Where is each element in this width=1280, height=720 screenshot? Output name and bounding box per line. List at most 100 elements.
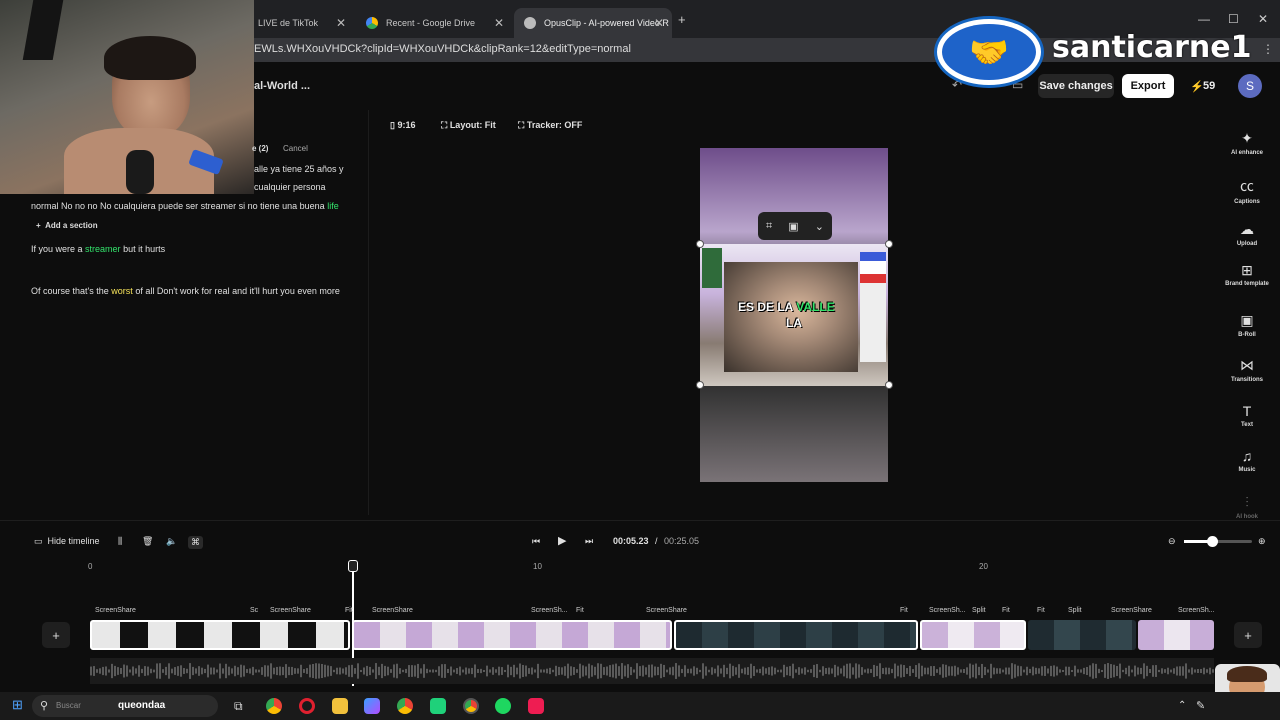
maximize-icon[interactable]: ☐ [1228,12,1239,26]
clip-label: Fit [1037,607,1045,614]
ruler-mark: 0 [88,562,93,571]
sidebar-item-brand-template[interactable]: ⊞ Brand template [1224,263,1270,288]
layout-button[interactable]: ⛶ Layout: Fit [441,120,496,131]
chrome-profile-icon[interactable] [397,698,413,714]
save-changes-button[interactable]: Save changes [1038,74,1114,98]
audio-waveform[interactable] [90,658,1214,684]
tab-google-drive[interactable]: Recent - Google Drive ✕ [356,8,512,38]
transcript-line[interactable]: cualquier persona [254,182,326,192]
cancel-button[interactable]: Cancel [283,144,308,153]
close-icon[interactable]: ✕ [336,16,346,30]
handshake-logo: 🤝 [934,16,1044,88]
windows-start-icon[interactable]: ⊞ [12,697,23,713]
highlight-word: life [327,201,339,211]
transcript-text: normal No no no No cualquiera puede ser … [31,201,325,211]
sidebar-item-text[interactable]: T Text [1224,403,1270,428]
sidebar-label: Brand template [1225,281,1269,287]
trash-icon[interactable]: 🗑 [142,536,153,547]
caption-line-2: LA [786,316,802,330]
transcript-line[interactable]: If you were a streamer but it hurts [31,244,165,254]
export-button[interactable]: Export [1122,74,1174,98]
video-clip[interactable] [920,620,1026,650]
video-clip[interactable] [1138,620,1214,650]
crop-icon[interactable]: ⌗ [766,220,772,233]
resize-handle[interactable] [696,240,704,248]
tab-tiktok[interactable]: LIVE de TikTok ✕ [248,8,354,38]
ruler-mark: 20 [979,562,988,571]
zoom-slider[interactable] [1184,536,1252,547]
current-time: 00:05.23 [613,536,649,546]
sidebar-item-b-roll[interactable]: ▣ B-Roll [1224,312,1270,338]
clip-label: ScreenShare [646,607,687,614]
transcript-line[interactable]: Of course that's the worst of all Don't … [31,286,340,296]
clip-label: Fit [576,607,584,614]
clip-label: Split [972,607,986,614]
sidebar-item-music[interactable]: ♫ Music [1224,448,1270,473]
taskbar-search[interactable]: ⚲ Buscar queondaa [32,695,218,717]
save-edits-button[interactable]: e (2) [252,144,268,153]
video-clip[interactable] [352,620,672,650]
chrome-active-icon[interactable] [463,698,479,714]
snap-icon[interactable]: ⌘ [188,536,203,549]
add-section-button[interactable]: + Add a section [36,221,98,230]
broll-icon: ▣ [1240,312,1254,328]
opera-icon[interactable] [299,698,315,714]
resize-handle[interactable] [885,381,893,389]
play-icon[interactable]: ▶ [558,534,566,547]
folder-icon[interactable] [332,698,348,714]
app-icon[interactable] [430,698,446,714]
task-view-icon[interactable]: ⧉ [234,699,243,714]
sidebar-item-upload[interactable]: ☁ Upload [1224,221,1270,247]
captions-icon: ㏄ [1240,178,1254,194]
menu-dots-icon[interactable]: ⋮ [1262,42,1274,56]
resize-handle[interactable] [696,381,704,389]
spotify-icon[interactable] [495,698,511,714]
tiktok-icon[interactable] [528,698,544,714]
tab-opusclip[interactable]: OpusClip - AI-powered Video R ✕ [514,8,672,38]
video-clip[interactable] [1028,620,1136,650]
panel-divider [368,110,369,515]
minimize-icon[interactable]: — [1198,12,1210,26]
webcam-shadow [22,0,64,60]
video-clip[interactable] [674,620,918,650]
split-icon[interactable]: ⫼ [118,536,122,547]
close-window-icon[interactable]: ✕ [1258,12,1268,26]
tracker-button[interactable]: ⛶ Tracker: OFF [518,120,582,131]
tracker-icon: ⛶ [518,120,527,130]
zoom-in-icon[interactable]: ⊕ [1258,536,1266,547]
aspect-ratio-button[interactable]: ▯ 9:16 [390,120,415,131]
hide-timeline-button[interactable]: ▭ Hide timeline [34,536,100,547]
avatar[interactable]: S [1238,74,1262,98]
resize-handle[interactable] [885,240,893,248]
clip-label: ScreenShare [1111,607,1152,614]
chrome-icon[interactable] [266,698,282,714]
skip-back-icon[interactable]: ⏮ [532,536,540,547]
url-text[interactable]: EWLs.WHXouVHDCk?clipId=WHXouVHDCk&clipRa… [254,43,631,55]
skip-forward-icon[interactable]: ⏭ [585,536,593,547]
sidebar-label: Text [1241,422,1253,428]
transcript-line[interactable]: alle ya tiene 25 años y [254,164,344,174]
video-clip[interactable] [90,620,350,650]
project-title[interactable]: al-World ... [254,80,310,92]
transcript-line[interactable]: normal No no no No cualquiera puede ser … [31,201,339,211]
bolt-icon: ⚡ [1190,81,1204,93]
pen-icon[interactable]: ✎ [1196,699,1205,712]
playhead-handle[interactable] [348,560,358,572]
chevron-down-icon[interactable]: ⌄ [815,220,824,233]
chevron-up-icon[interactable]: ⌃ [1178,700,1186,711]
copilot-icon[interactable] [364,698,380,714]
close-icon[interactable]: ✕ [494,16,504,30]
add-clip-right-button[interactable]: + [1234,622,1262,648]
zoom-out-icon[interactable]: ⊖ [1168,536,1176,547]
replace-icon[interactable]: ▣ [788,220,798,233]
clip-label: ScreenSh... [929,607,966,614]
sidebar-item-ai-enhance[interactable]: ✦ AI enhance [1224,130,1270,156]
volume-icon[interactable]: 🔈 [166,536,177,547]
zoom-thumb[interactable] [1207,536,1218,547]
sidebar-item-transitions[interactable]: ⋈ Transitions [1224,357,1270,383]
new-tab-button[interactable]: + [678,12,686,27]
close-icon[interactable]: ✕ [654,16,664,30]
add-clip-left-button[interactable]: + [42,622,70,648]
sidebar-item-ai-hook[interactable]: ⫶ AI hook [1224,494,1270,520]
sidebar-item-captions[interactable]: ㏄ Captions [1224,176,1270,205]
